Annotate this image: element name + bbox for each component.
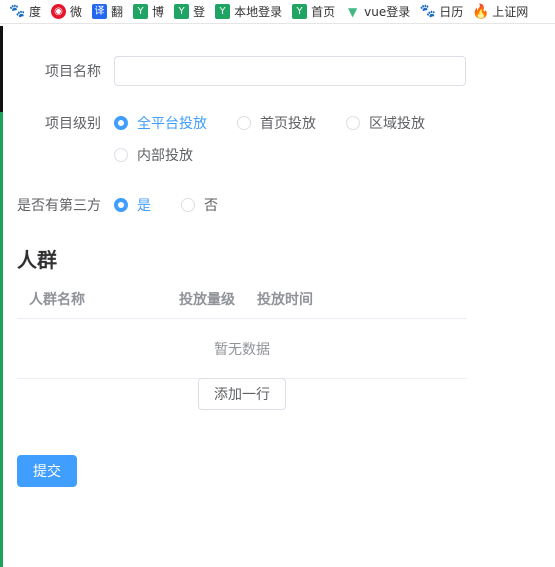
table-empty-text: 暂无数据: [17, 319, 467, 379]
green-y-icon: Y: [215, 4, 231, 19]
radio-homepage[interactable]: 首页投放: [237, 113, 316, 133]
bookmark-translate[interactable]: 译 翻: [92, 3, 123, 20]
column-header-time: 投放时间: [257, 292, 313, 308]
radio-yes[interactable]: 是: [114, 195, 151, 215]
baidu-paw-icon: 🐾: [419, 4, 436, 19]
radio-unchecked-icon: [346, 116, 360, 130]
bookmark-label: 博: [152, 5, 165, 19]
radio-label: 首页投放: [260, 116, 316, 132]
column-header-crowd-name: 人群名称: [29, 292, 85, 308]
project-name-label: 项目名称: [45, 64, 101, 80]
project-level-row: 项目级别 全平台投放 首页投放 区域投放: [17, 113, 425, 133]
bookmark-label: 上证网: [492, 5, 529, 19]
window-edge-dark: [0, 26, 3, 112]
project-name-input[interactable]: [114, 56, 466, 86]
radio-internal[interactable]: 内部投放: [114, 145, 193, 165]
bookmark-label: 日历: [439, 5, 464, 19]
bookmark-shangzheng[interactable]: 🔥 上证网: [472, 3, 529, 20]
bookmark-baidu[interactable]: 🐾 度: [9, 3, 42, 20]
column-header-volume: 投放量级: [179, 292, 235, 308]
green-y-icon: Y: [133, 4, 149, 19]
bookmark-vue-login[interactable]: ▼ vue登录: [345, 3, 410, 20]
bookmark-blog[interactable]: Y 博: [133, 3, 164, 20]
crowd-table: 人群名称 投放量级 投放时间 暂无数据: [17, 280, 467, 379]
radio-unchecked-icon: [237, 116, 251, 130]
green-y-icon: Y: [174, 4, 190, 19]
vue-icon: ▼: [347, 4, 358, 19]
radio-unchecked-icon: [181, 198, 195, 212]
translate-icon: 译: [92, 4, 108, 19]
bookmark-login[interactable]: Y 登: [174, 3, 205, 20]
bookmark-local-login[interactable]: Y 本地登录: [215, 3, 282, 20]
radio-label: 内部投放: [137, 148, 193, 164]
radio-checked-icon: [114, 116, 128, 130]
radio-label: 是: [137, 198, 151, 214]
radio-all-platform[interactable]: 全平台投放: [114, 113, 207, 133]
radio-label: 全平台投放: [137, 116, 207, 132]
third-party-row: 是否有第三方 是 否: [17, 195, 218, 215]
bookmark-label: 本地登录: [234, 5, 283, 19]
radio-label: 区域投放: [369, 116, 425, 132]
bookmark-label: 登: [193, 5, 206, 19]
project-level-label: 项目级别: [45, 116, 101, 132]
bookmark-weibo[interactable]: ◉ 微: [51, 3, 82, 20]
add-row-button[interactable]: 添加一行: [198, 378, 286, 410]
third-party-label: 是否有第三方: [17, 198, 101, 214]
bookmark-calendar[interactable]: 🐾 日历: [419, 3, 464, 20]
radio-unchecked-icon: [114, 148, 128, 162]
radio-region[interactable]: 区域投放: [346, 113, 425, 133]
baidu-paw-icon: 🐾: [9, 4, 26, 19]
project-name-row: 项目名称: [17, 56, 466, 86]
window-edge-green: [0, 112, 3, 567]
radio-label: 否: [204, 198, 218, 214]
radio-checked-icon: [114, 198, 128, 212]
crowd-section-title: 人群: [17, 248, 57, 272]
bookmark-label: 微: [70, 5, 83, 19]
bookmark-label: 度: [29, 5, 42, 19]
submit-button[interactable]: 提交: [17, 455, 77, 487]
weibo-icon: ◉: [51, 4, 67, 19]
table-header: 人群名称 投放量级 投放时间: [17, 280, 467, 319]
project-level-row-2: 内部投放: [114, 145, 193, 165]
bookmarks-bar: 🐾 度 ◉ 微 译 翻 Y 博 Y 登 Y 本地登录 Y 首页 ▼ vue登录 …: [0, 0, 555, 24]
bookmark-label: 首页: [311, 5, 336, 19]
green-y-icon: Y: [292, 4, 308, 19]
bookmark-label: vue登录: [364, 5, 411, 19]
bookmark-label: 翻: [111, 5, 124, 19]
radio-no[interactable]: 否: [181, 195, 218, 215]
fire-icon: 🔥: [472, 3, 490, 20]
bookmark-home[interactable]: Y 首页: [292, 3, 335, 20]
